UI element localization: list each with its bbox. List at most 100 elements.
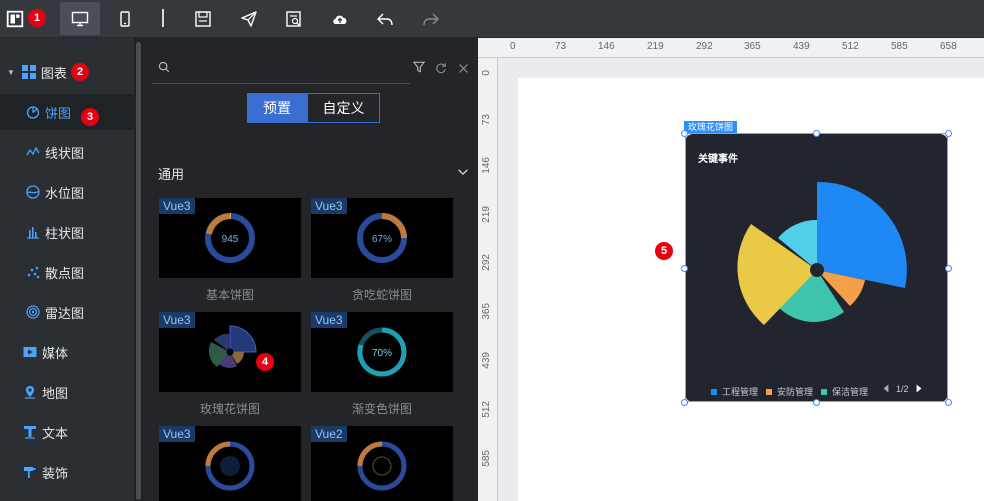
legend-swatch <box>821 388 827 395</box>
save-button[interactable] <box>183 2 223 35</box>
legend-label: 保洁管理 <box>832 387 869 397</box>
media-icon <box>22 344 38 360</box>
send-icon <box>241 10 257 27</box>
card-center-value: 70% <box>372 348 392 359</box>
rose-pie-thumbnail <box>208 325 257 368</box>
chart-card-pie-5[interactable]: Vue3 <box>159 426 301 501</box>
legend-label: 工程管理 <box>722 387 759 397</box>
water-level-icon <box>25 184 41 200</box>
ruler-tick: 512 <box>842 41 859 52</box>
save-icon <box>195 10 211 27</box>
sidebar-group-label: 图表 <box>40 65 67 81</box>
ruler-tick: 292 <box>481 254 492 271</box>
caret-left-icon[interactable] <box>882 384 890 393</box>
tab-custom[interactable]: 自定义 <box>307 93 380 123</box>
chart-card-gradient-pie[interactable]: Vue3 70% <box>311 312 453 392</box>
chevron-down-icon[interactable] <box>457 166 469 178</box>
step-badge-4: 4 <box>256 353 274 371</box>
card-label: 贪吃蛇饼图 <box>351 288 412 302</box>
sidebar-group-label: 地图 <box>42 385 69 401</box>
pie-5-thumbnail <box>205 441 255 491</box>
pie-6-thumbnail <box>357 441 407 491</box>
card-label: 渐变色饼图 <box>351 402 412 416</box>
sidebar-item-water-level[interactable]: 水位图 <box>0 174 134 210</box>
top-toolbar: 1 <box>0 0 984 38</box>
legend-item-security[interactable]: 安防管理 <box>766 385 813 398</box>
radar-icon <box>25 304 41 320</box>
search-icon <box>158 61 170 73</box>
sidebar-group-media[interactable]: 媒体 <box>0 334 134 370</box>
chart-card-snake-pie[interactable]: Vue3 67% <box>311 198 453 278</box>
legend-pager: 1/2 <box>896 384 909 394</box>
chart-card-pie-6[interactable]: Vue2 <box>311 426 453 501</box>
desktop-view-button[interactable] <box>60 2 100 35</box>
chart-card-basic-pie[interactable]: Vue3 945 <box>159 198 301 278</box>
sidebar-group-charts[interactable]: ▼ 图表 <box>0 54 134 90</box>
rose-center-hole <box>810 263 824 277</box>
sidebar-group-label: 媒体 <box>42 345 69 361</box>
redo-button[interactable] <box>411 2 451 35</box>
sidebar-item-label: 水位图 <box>45 185 85 201</box>
sidebar-item-scatter[interactable]: 散点图 <box>0 254 134 290</box>
pie-icon <box>25 104 41 120</box>
search-input[interactable] <box>152 54 410 84</box>
ruler-tick: 146 <box>598 41 615 52</box>
ruler-tick: 73 <box>481 114 492 126</box>
cloud-upload-button[interactable] <box>320 2 360 35</box>
redo-icon <box>423 13 439 25</box>
widget-name-tag: 玫瑰花饼图 <box>684 121 738 133</box>
layout-icon[interactable] <box>0 2 30 35</box>
publish-button[interactable] <box>229 2 269 35</box>
card-label: 玫瑰花饼图 <box>199 402 260 416</box>
preview-button[interactable] <box>274 2 314 35</box>
card-label: 基本饼图 <box>205 288 254 302</box>
ruler-tick: 365 <box>481 303 492 320</box>
ruler-tick: 0 <box>510 41 516 52</box>
caret-down-icon: ▼ <box>7 67 15 77</box>
ruler-tick: 512 <box>481 401 492 418</box>
chart-card-rose-pie[interactable]: Vue3 <box>159 312 301 392</box>
scatter-icon <box>25 264 41 280</box>
ruler-top[interactable]: 0 73 146 219 292 365 439 512 585 658 <box>478 38 984 58</box>
legend-swatch <box>766 388 772 395</box>
card-center-value: 945 <box>222 234 239 245</box>
step-badge-1: 1 <box>28 9 46 27</box>
card-center-value: 67% <box>372 234 392 245</box>
sidebar-item-bar[interactable]: 柱状图 <box>0 214 134 250</box>
preview-icon <box>286 10 301 27</box>
undo-button[interactable] <box>365 2 405 35</box>
line-chart-icon <box>25 144 41 160</box>
ruler-tick: 365 <box>744 41 761 52</box>
sidebar-item-line[interactable]: 线状图 <box>0 134 134 170</box>
sidebar-group-decoration[interactable]: 装饰 <box>0 454 134 490</box>
legend-swatch <box>711 388 717 395</box>
ruler-tick: 585 <box>481 450 492 467</box>
ruler-tick: 658 <box>940 41 957 52</box>
caret-right-icon[interactable] <box>915 384 923 393</box>
ruler-tick: 0 <box>481 70 492 76</box>
sidebar-scrollbar-thumb[interactable] <box>136 42 141 500</box>
sidebar-item-label: 线状图 <box>45 145 85 161</box>
sidebar-item-radar[interactable]: 雷达图 <box>0 294 134 330</box>
step-badge-2: 2 <box>71 63 89 81</box>
sidebar-item-pie[interactable]: 饼图 <box>0 94 134 130</box>
category-title: 通用 <box>158 167 185 182</box>
sidebar-group-text[interactable]: 文本 <box>0 414 134 450</box>
basic-pie-thumbnail: 945 <box>205 212 255 263</box>
refresh-icon[interactable] <box>435 62 447 74</box>
rose-pie-chart <box>737 181 907 325</box>
legend-item-engineering[interactable]: 工程管理 <box>711 385 758 398</box>
tab-preset[interactable]: 预置 <box>247 93 307 123</box>
toolbar-divider <box>162 9 164 27</box>
rose-slice-blue <box>817 181 907 288</box>
bar-chart-icon <box>25 224 41 240</box>
mobile-view-button[interactable] <box>105 2 145 35</box>
legend-item-cleaning[interactable]: 保洁管理 <box>821 385 868 398</box>
ruler-left[interactable]: 0 73 146 219 292 365 439 512 585 <box>478 58 498 501</box>
sidebar-group-map[interactable]: 地图 <box>0 374 134 410</box>
sidebar-item-label: 散点图 <box>45 265 85 281</box>
filter-icon[interactable] <box>413 61 425 73</box>
close-icon[interactable] <box>458 63 469 74</box>
grid-icon <box>21 64 37 80</box>
sidebar-item-label: 雷达图 <box>45 305 85 321</box>
